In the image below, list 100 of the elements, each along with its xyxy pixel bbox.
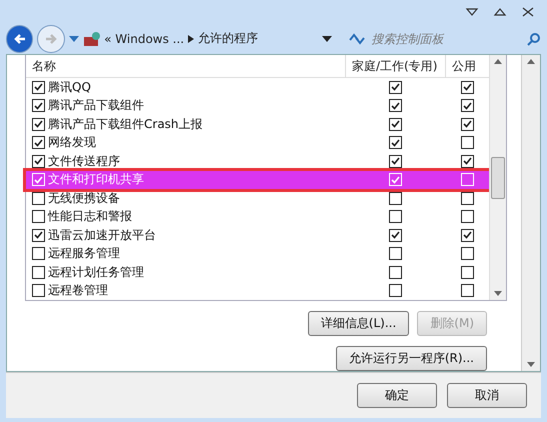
checkbox[interactable] [388,118,402,131]
minimize-icon[interactable] [465,6,479,17]
checkbox[interactable] [388,154,402,168]
forward-arrow-icon [44,32,58,45]
checkbox[interactable] [32,80,45,94]
checkbox[interactable] [460,154,474,168]
checkbox[interactable] [32,192,45,205]
checkbox[interactable] [388,99,402,112]
checkmark-icon [390,176,400,184]
checkmark-icon [462,157,472,166]
checkbox[interactable] [460,210,474,224]
scrollbar[interactable] [521,55,540,371]
program-name: 性能日志和警报 [48,208,132,226]
maximize-icon[interactable] [493,6,507,17]
checkbox[interactable] [388,136,402,150]
program-name: 腾讯QQ [48,78,91,96]
program-row[interactable]: 性能日志和警报 [26,208,489,226]
scrollbar-thumb[interactable] [491,156,505,198]
checkbox[interactable] [32,284,45,298]
program-row[interactable]: 腾讯QQ [26,78,489,96]
breadcrumb[interactable]: « Windows ... [104,32,184,46]
checkbox[interactable] [32,118,45,131]
scroll-up-icon[interactable] [494,59,502,64]
checkmark-icon [462,83,472,92]
checkbox[interactable] [32,266,45,279]
checkbox[interactable] [460,80,474,94]
checkmark-icon [390,120,400,128]
checkmark-icon [390,83,400,92]
program-name: 远程服务管理 [48,245,120,262]
checkbox[interactable] [32,154,45,168]
checkbox[interactable] [460,284,474,298]
scroll-down-icon[interactable] [494,291,502,296]
checkmark-icon [462,120,472,128]
checkbox[interactable] [32,228,45,242]
checkbox[interactable] [32,99,45,112]
program-row[interactable]: 腾讯产品下载组件Crash上报 [26,115,489,134]
checkmark-icon [390,102,400,110]
dropdown-icon[interactable] [322,36,332,42]
program-row[interactable]: 迅雷云加速开放平台 [26,226,489,244]
back-button[interactable] [6,24,34,53]
checkbox[interactable] [32,247,45,260]
program-row[interactable]: 网络发现 [26,134,489,152]
program-name: 文件和打印机共享 [48,171,144,188]
close-icon[interactable] [521,6,535,17]
program-row[interactable]: 文件传送程序 [26,152,489,170]
checkbox[interactable] [32,210,45,224]
breadcrumb[interactable]: 允许的程序 [198,30,258,48]
checkbox[interactable] [388,266,402,279]
search-icon[interactable] [527,32,541,46]
checkmark-icon [390,231,400,240]
checkbox[interactable] [460,118,474,131]
checkmark-icon [34,176,43,184]
program-name: 文件传送程序 [48,152,120,170]
dialog-button[interactable]: 取消 [447,383,527,408]
program-row[interactable]: 无线便携设备 [26,189,489,208]
list-action-button[interactable]: 详细信息(L)... [308,311,410,336]
checkbox[interactable] [32,136,45,150]
checkbox[interactable] [388,228,402,242]
checkbox[interactable] [388,247,402,260]
program-name: 网络发现 [48,134,96,152]
program-name: 腾讯产品下载组件Crash上报 [48,116,203,133]
program-row[interactable]: 远程服务管理 [26,244,489,263]
checkmark-icon [390,138,400,147]
checkbox[interactable] [460,136,474,150]
checkbox[interactable] [388,80,402,94]
checkbox[interactable] [388,192,402,205]
checkmark-icon [34,138,43,147]
program-name: 远程卷管理 [48,282,108,300]
program-name: 无线便携设备 [48,190,120,207]
program-name: 远程计划任务管理 [48,264,144,281]
checkbox[interactable] [460,266,474,279]
column-header[interactable]: 名称 [26,55,345,77]
checkmark-icon [34,120,43,128]
checkbox[interactable] [460,247,474,260]
column-header[interactable]: 家庭/工作(专用) [345,55,445,77]
program-row[interactable]: 远程卷管理 [26,282,489,300]
scroll-down-icon[interactable] [527,362,535,367]
checkbox[interactable] [388,284,402,298]
program-name: 迅雷云加速开放平台 [48,226,156,244]
program-row[interactable]: 远程计划任务管理 [26,263,489,282]
chevron-icon [188,34,194,43]
checkbox[interactable] [388,210,402,224]
checkmark-icon [34,157,43,166]
search-field[interactable]: 搜索控制面板 [369,30,524,47]
scroll-up-icon[interactable] [527,59,535,64]
back-arrow-icon [12,32,27,45]
program-name: 腾讯产品下载组件 [48,97,144,114]
allow-program-button[interactable]: 允许运行另一程序(R)... [336,346,487,371]
checkmark-icon [34,231,43,240]
dialog-button[interactable]: 确定 [357,383,437,408]
checkbox[interactable] [460,228,474,242]
checkmark-icon [390,157,400,166]
checkmark-icon [34,83,43,92]
checkmark-icon [34,102,43,110]
refresh-icon[interactable] [348,32,366,46]
scrollbar[interactable] [489,55,506,300]
checkbox[interactable] [460,192,474,205]
program-row[interactable]: 腾讯产品下载组件 [26,96,489,115]
checkbox[interactable] [460,99,474,112]
checkmark-icon [462,102,472,110]
